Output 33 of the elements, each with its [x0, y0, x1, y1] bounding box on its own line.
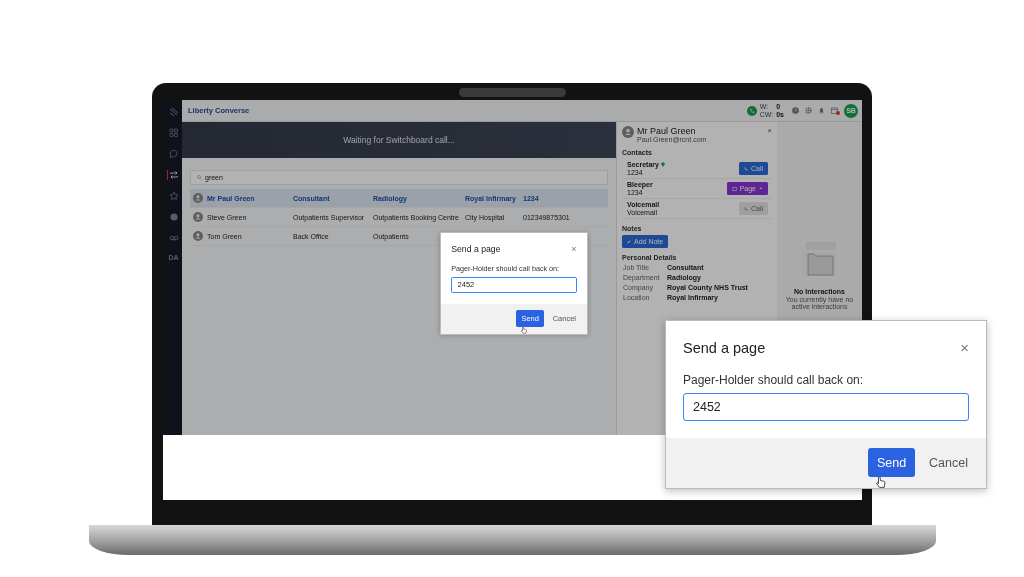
pager-icon	[731, 186, 737, 191]
phone-icon	[746, 105, 757, 116]
avatar-icon	[193, 212, 203, 222]
avatar-icon	[193, 193, 203, 203]
help-icon[interactable]	[792, 107, 799, 114]
bell-icon[interactable]	[818, 107, 825, 114]
avatar-icon	[622, 126, 634, 138]
close-button[interactable]: ×	[767, 126, 772, 135]
transfer-arrows-icon[interactable]	[166, 170, 179, 180]
calendar-icon[interactable]	[831, 107, 838, 114]
close-button[interactable]: ×	[571, 243, 577, 254]
close-button[interactable]: ×	[960, 339, 969, 356]
callback-number-field[interactable]: 2452	[451, 276, 577, 294]
send-button[interactable]: Send	[868, 448, 916, 477]
send-button[interactable]: Send	[516, 309, 545, 327]
phone-icon	[743, 206, 748, 211]
dialog-title: Send a page	[683, 339, 766, 356]
pencil-icon	[627, 239, 631, 244]
chat-bubble-icon[interactable]	[166, 149, 179, 159]
contact-name: Mr Paul Green	[637, 126, 697, 136]
search-icon	[197, 175, 202, 180]
caret-icon	[759, 187, 763, 190]
callback-number-field[interactable]: 2452	[683, 393, 969, 421]
grid-icon[interactable]	[166, 128, 179, 138]
cancel-button[interactable]: Cancel	[927, 448, 970, 477]
phone-icon	[743, 166, 748, 171]
settings-icon[interactable]	[805, 107, 812, 114]
voicemail-icon[interactable]	[166, 233, 179, 243]
dialog-title: Send a page	[451, 243, 501, 254]
cancel-button[interactable]: Cancel	[551, 309, 578, 327]
status-banner: Waiting for Switchboard call...	[182, 122, 616, 158]
avatar-icon	[193, 231, 203, 241]
field-label: Pager-Holder should call back on:	[683, 373, 865, 387]
